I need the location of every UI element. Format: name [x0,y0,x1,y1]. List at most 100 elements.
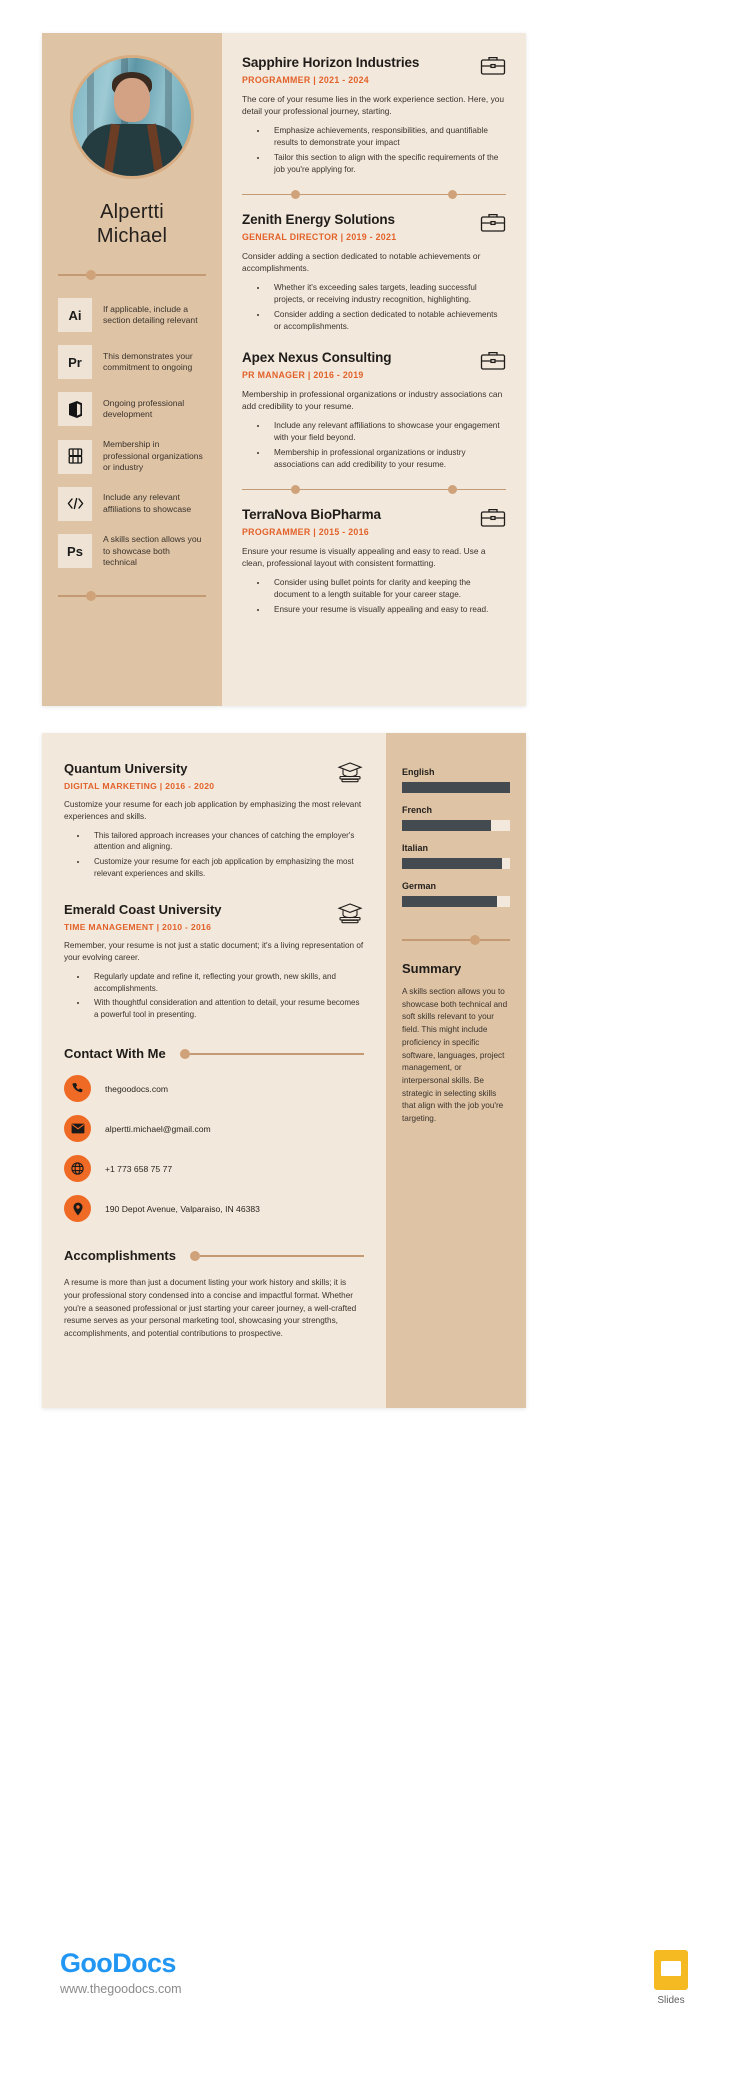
divider-dot [291,484,301,494]
adobe-premiere-icon: Pr [58,345,92,380]
brand-url: www.thegoodocs.com [60,1982,182,1996]
contact-value: alpertti.michael@gmail.com [105,1123,211,1134]
education-bullets: Regularly update and refine it, reflecti… [64,971,364,1020]
brand-name: GooDocs [60,1948,182,1979]
code-brackets-icon [58,486,92,521]
briefcase-icon [480,56,506,75]
contact-value: 190 Depot Avenue, Valparaiso, IN 46383 [105,1203,260,1214]
divider-line [300,193,448,196]
list-item[interactable]: Include any relevant affiliations to sho… [58,486,206,521]
resume-page-1: Alpertti Michael Ai If applicable, inclu… [42,33,526,706]
first-name: Alpertti [100,201,164,223]
company-name: Zenith Energy Solutions [242,211,395,227]
experience-description: Consider adding a section dedicated to n… [242,250,481,274]
divider-line [402,939,470,941]
list-item[interactable]: Ongoing professional development [58,392,206,427]
role-and-dates: PROGRAMMER | 2021 - 2024 [242,75,369,85]
divider-line [479,939,510,941]
footer: GooDocs www.thegoodocs.com Slides [0,1930,750,2050]
experience-header: TerraNova BioPharma PROGRAMMER | 2015 - … [242,507,506,537]
experience-entry: Zenith Energy Solutions GENERAL DIRECTOR… [242,212,506,333]
list-item: French [402,805,510,831]
education-school: Emerald Coast University TIME MANAGEMENT… [64,902,222,932]
list-item[interactable]: Ai If applicable, include a section deta… [58,298,206,333]
globe-icon [64,1155,91,1183]
list-item: Customize your resume for each job appli… [88,856,364,879]
section-divider [242,189,506,199]
list-item: Emphasize achievements, responsibilities… [268,125,506,149]
divider-line [456,488,506,491]
slides-sheet [661,1961,681,1976]
experience-description: Membership in professional organizations… [242,388,503,412]
contact-value: thegoodocs.com [105,1083,169,1094]
divider-dot [85,270,96,281]
sidebar-divider-bottom [58,590,206,601]
experience-company: TerraNova BioPharma PROGRAMMER | 2015 - … [242,507,381,537]
experience-bullets: Include any relevant affiliations to sho… [242,420,506,471]
divider-line [95,595,206,597]
accomplishments-title: Accomplishments [64,1248,176,1264]
language-progress-track [402,782,510,793]
school-name: Quantum University [64,761,188,776]
goodocs-logo[interactable]: GooDocs www.thegoodocs.com [60,1948,182,1996]
divider-dot [85,590,96,601]
list-item: Ensure your resume is visually appealing… [268,604,506,616]
figma-icon [58,439,92,474]
education-contact-column: Quantum University DIGITAL MARKETING | 2… [42,733,386,1408]
skill-label: This demonstrates your commitment to ong… [103,350,193,373]
accomplishments-section-header: Accomplishments [64,1248,364,1263]
experience-entry: Apex Nexus Consulting PR MANAGER | 2016 … [242,350,506,471]
phone-icon [64,1075,91,1103]
divider-line [242,488,292,491]
experience-description: Ensure your resume is visually appealing… [242,545,486,568]
list-item[interactable]: Ps A skills section allows you to showca… [58,534,206,569]
divider-line [58,595,86,597]
experience-bullets: Consider using bullet points for clarity… [242,577,506,616]
language-progress-fill [402,782,510,793]
experience-entry: TerraNova BioPharma PROGRAMMER | 2015 - … [242,507,506,616]
list-item[interactable]: Membership in professional organizations… [58,439,206,474]
google-slides-icon [654,1950,688,1990]
company-name: Apex Nexus Consulting [242,349,392,365]
degree-and-dates: TIME MANAGEMENT | 2010 - 2016 [64,922,212,933]
skill-label: A skills section allows you to showcase … [103,533,202,568]
education-header: Emerald Coast University TIME MANAGEMENT… [64,902,364,932]
briefcase-icon [480,508,506,527]
language-progress-fill [402,858,503,869]
education-entry: Quantum University DIGITAL MARKETING | 2… [64,761,364,879]
language-name: English [402,767,435,777]
experience-header: Zenith Energy Solutions GENERAL DIRECTOR… [242,212,506,242]
experience-company: Zenith Energy Solutions GENERAL DIRECTOR… [242,212,396,242]
sidebar-page1: Alpertti Michael Ai If applicable, inclu… [42,33,222,706]
resume-page-2: Quantum University DIGITAL MARKETING | 2… [42,733,526,1408]
role-and-dates: PROGRAMMER | 2015 - 2016 [242,526,369,537]
divider-line [300,488,448,491]
divider-line [58,274,86,276]
experience-bullets: Emphasize achievements, responsibilities… [242,125,506,176]
language-progress-track [402,896,510,907]
photo-torso [80,124,184,176]
experience-section: Sapphire Horizon Industries PROGRAMMER |… [222,33,526,706]
experience-description: The core of your resume lies in the work… [242,94,505,117]
contact-list: thegoodocs.com alpertti.michael@gmail.co… [64,1075,364,1223]
list-item[interactable]: thegoodocs.com [64,1075,364,1103]
education-header: Quantum University DIGITAL MARKETING | 2… [64,761,364,791]
list-item[interactable]: 190 Depot Avenue, Valparaiso, IN 46383 [64,1195,364,1223]
briefcase-icon [480,213,506,232]
education-description: Customize your resume for each job appli… [64,800,362,821]
list-item[interactable]: alpertti.michael@gmail.com [64,1115,364,1143]
graduation-books-icon [337,762,363,783]
list-item: Include any relevant affiliations to sho… [268,420,506,444]
list-item[interactable]: +1 773 658 75 77 [64,1155,364,1183]
list-item[interactable]: Pr This demonstrates your commitment to … [58,345,206,380]
list-item: Tailor this section to align with the sp… [268,152,506,176]
graduation-books-icon [337,903,363,924]
slides-label: Slides [657,1995,685,2006]
divider-line [189,1053,364,1055]
divider-dot [189,1250,200,1261]
location-pin-icon [64,1195,91,1223]
brand-part-goo: Goo [60,1948,113,1978]
experience-company: Apex Nexus Consulting PR MANAGER | 2016 … [242,349,392,380]
slides-badge[interactable]: Slides [654,1950,688,2006]
language-progress-track [402,820,510,831]
